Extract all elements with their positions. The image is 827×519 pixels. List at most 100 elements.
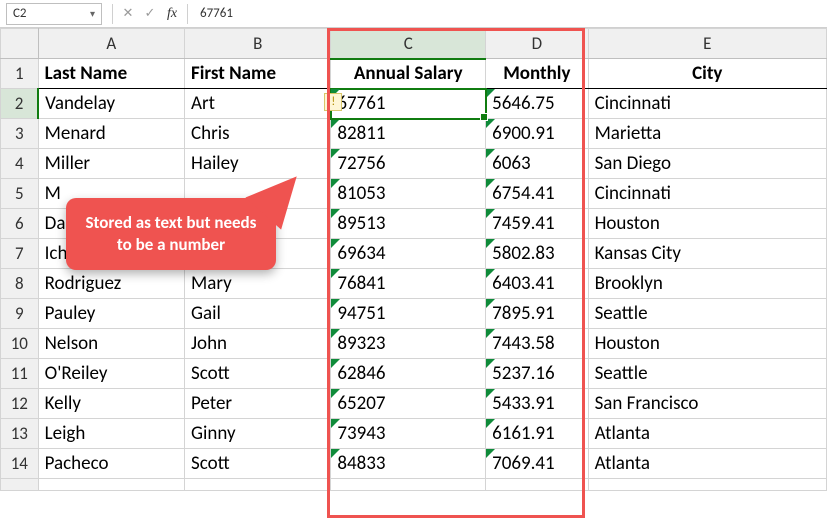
cell-D8[interactable]: 6403.41 [486,269,588,299]
cell-D6[interactable]: 7459.41 [486,209,588,239]
cell-C5[interactable]: 81053 [331,179,486,209]
cell-A10[interactable]: Nelson [38,329,184,359]
cell-C14[interactable]: 84833 [331,449,486,479]
cell-B11[interactable]: Scott [185,359,331,389]
cell-B4[interactable]: Hailey [185,149,331,179]
cell-E13[interactable]: Atlanta [588,419,826,449]
column-header-E[interactable]: E [588,29,826,59]
row-header-15[interactable] [1,479,39,491]
cancel-icon[interactable]: ✕ [117,3,139,25]
column-header-C[interactable]: C [331,29,486,59]
row-header-3[interactable]: 3 [1,119,39,149]
cell-B2[interactable]: Art! [185,89,331,119]
cell-C4[interactable]: 72756 [331,149,486,179]
select-all-corner[interactable] [1,29,39,59]
row-header-8[interactable]: 8 [1,269,39,299]
cell-empty[interactable] [331,479,486,491]
cell-C2[interactable]: 67761 [331,89,486,119]
fx-icon[interactable]: fx [161,3,183,25]
row-header-14[interactable]: 14 [1,449,39,479]
cell-D12[interactable]: 5433.91 [486,389,588,419]
cell-B8[interactable]: Mary [185,269,331,299]
cell-A14[interactable]: Pacheco [38,449,184,479]
cell-C6[interactable]: 89513 [331,209,486,239]
cell-C12[interactable]: 65207 [331,389,486,419]
cell-E12[interactable]: San Francisco [588,389,826,419]
row-header-5[interactable]: 5 [1,179,39,209]
cell-C7[interactable]: 69634 [331,239,486,269]
cell-A11[interactable]: O'Reiley [38,359,184,389]
error-warning-icon[interactable]: ! [324,93,342,111]
header-cell-B[interactable]: First Name [185,59,331,89]
row-header-7[interactable]: 7 [1,239,39,269]
cell-E6[interactable]: Houston [588,209,826,239]
cell-E2[interactable]: Cincinnati [588,89,826,119]
cell-A4[interactable]: Miller [38,149,184,179]
cell-A3[interactable]: Menard [38,119,184,149]
row-header-4[interactable]: 4 [1,149,39,179]
cell-A8[interactable]: Rodriguez [38,269,184,299]
row-header-6[interactable]: 6 [1,209,39,239]
column-header-A[interactable]: A [38,29,184,59]
cell-E4[interactable]: San Diego [588,149,826,179]
cell-D13[interactable]: 6161.91 [486,419,588,449]
cell-C9[interactable]: 94751 [331,299,486,329]
cell-A9[interactable]: Pauley [38,299,184,329]
cell-D10[interactable]: 7443.58 [486,329,588,359]
cell-C3[interactable]: 82811 [331,119,486,149]
cell-empty[interactable] [38,479,184,491]
cell-E11[interactable]: Seattle [588,359,826,389]
cell-E3[interactable]: Marietta [588,119,826,149]
cell-E10[interactable]: Houston [588,329,826,359]
header-cell-D[interactable]: Monthly [486,59,588,89]
cell-D5[interactable]: 6754.41 [486,179,588,209]
column-header-B[interactable]: B [185,29,331,59]
column-header-D[interactable]: D [486,29,588,59]
cell-B14[interactable]: Scott [185,449,331,479]
cell-E9[interactable]: Seattle [588,299,826,329]
cell-E5[interactable]: Cincinnati [588,179,826,209]
row-header-9[interactable]: 9 [1,299,39,329]
chevron-down-icon[interactable]: ▾ [90,7,95,20]
header-cell-E[interactable]: City [588,59,826,89]
cell-C10[interactable]: 89323 [331,329,486,359]
cell-D3[interactable]: 6900.91 [486,119,588,149]
cell-A13[interactable]: Leigh [38,419,184,449]
cell-E8[interactable]: Brooklyn [588,269,826,299]
header-cell-C[interactable]: Annual Salary [331,59,486,89]
cell-A2[interactable]: Vandelay [38,89,184,119]
cell-empty[interactable] [486,479,588,491]
cell-D2[interactable]: 5646.75 [486,89,588,119]
cell-E14[interactable]: Atlanta [588,449,826,479]
cell-B3[interactable]: Chris [185,119,331,149]
cell-B13[interactable]: Ginny [185,419,331,449]
cell-D7[interactable]: 5802.83 [486,239,588,269]
cell-B10[interactable]: John [185,329,331,359]
cell-D14[interactable]: 7069.41 [486,449,588,479]
row-header-11[interactable]: 11 [1,359,39,389]
cell-D9[interactable]: 7895.91 [486,299,588,329]
cell-C11[interactable]: 62846 [331,359,486,389]
cell-empty[interactable] [185,479,331,491]
confirm-icon[interactable]: ✓ [139,3,161,25]
cell-C13[interactable]: 73943 [331,419,486,449]
spreadsheet-grid[interactable]: ABCDE 1Last NameFirst NameAnnual SalaryMo… [0,28,827,491]
cell-D4[interactable]: 6063 [486,149,588,179]
cell-value: Rodriguez [39,269,184,298]
row-header-12[interactable]: 12 [1,389,39,419]
cell-value: Brooklyn [589,269,826,298]
cell-B9[interactable]: Gail [185,299,331,329]
row-header-10[interactable]: 10 [1,329,39,359]
row-header-1[interactable]: 1 [1,59,39,89]
row-header-13[interactable]: 13 [1,419,39,449]
cell-C8[interactable]: 76841 [331,269,486,299]
cell-empty[interactable] [588,479,826,491]
cell-E7[interactable]: Kansas City [588,239,826,269]
cell-B12[interactable]: Peter [185,389,331,419]
formula-value[interactable]: 67761 [192,6,827,21]
cell-D11[interactable]: 5237.16 [486,359,588,389]
header-cell-A[interactable]: Last Name [38,59,184,89]
row-header-2[interactable]: 2 [1,89,39,119]
name-box[interactable]: C2 ▾ [6,3,102,25]
cell-A12[interactable]: Kelly [38,389,184,419]
